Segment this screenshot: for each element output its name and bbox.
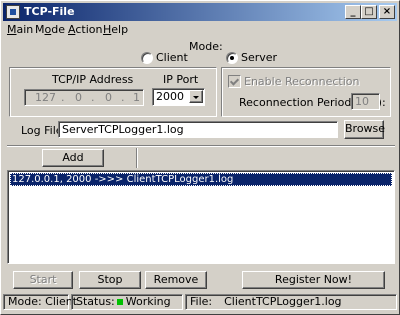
port-select[interactable]: 2000 xyxy=(152,88,205,106)
port-label: IP Port xyxy=(163,73,199,86)
window-title: TCP-File xyxy=(24,5,75,18)
status-state: Status: Working xyxy=(71,294,183,310)
menu-help[interactable]: Help xyxy=(103,23,128,36)
close-button[interactable]: × xyxy=(379,5,395,19)
client-radio[interactable] xyxy=(141,52,153,64)
server-radio-label: Server xyxy=(241,51,278,64)
browse-button[interactable]: Browse xyxy=(344,120,385,139)
stop-button[interactable]: Stop xyxy=(79,271,141,289)
remove-button[interactable]: Remove xyxy=(145,271,207,289)
list-item[interactable]: 127.0.0.1, 2000 ->>> ClientTCPLogger1.lo… xyxy=(10,173,392,186)
maximize-button[interactable]: □ xyxy=(361,5,377,19)
status-file: File: ClientTCPLogger1.log xyxy=(185,294,397,310)
log-file-input[interactable]: ServerTCPLogger1.log xyxy=(58,121,338,138)
enable-reconnection-checkbox[interactable] xyxy=(228,75,241,88)
address-label: TCP/IP Address xyxy=(52,73,134,86)
menu-bar: Main Mode Action Help xyxy=(3,21,397,38)
status-indicator-icon xyxy=(116,298,123,305)
client-radio-label: Client xyxy=(156,51,188,64)
menu-mode[interactable]: Mode xyxy=(35,23,65,36)
connection-list[interactable]: 127.0.0.1, 2000 ->>> ClientTCPLogger1.lo… xyxy=(7,170,395,264)
server-radio-option[interactable]: Server xyxy=(226,51,286,65)
chevron-down-icon xyxy=(193,96,199,99)
divider xyxy=(136,148,138,168)
reconnection-period-field[interactable]: 10 xyxy=(351,93,380,110)
enable-reconnection-label: Enable Reconnection xyxy=(244,75,360,88)
minimize-button[interactable]: _ xyxy=(345,5,361,19)
menu-main[interactable]: Main xyxy=(7,23,33,36)
port-dropdown-arrow[interactable] xyxy=(189,90,203,103)
ip-address-field[interactable]: 127 . 0 . 0 . 1 xyxy=(24,89,144,106)
app-icon xyxy=(6,5,20,19)
register-now-button[interactable]: Register Now! xyxy=(242,271,385,289)
divider xyxy=(7,145,395,147)
server-radio[interactable] xyxy=(226,52,238,64)
client-radio-option[interactable]: Client xyxy=(141,51,201,65)
add-button[interactable]: Add xyxy=(42,149,104,167)
start-button[interactable]: Start xyxy=(13,271,73,289)
app-window: TCP-File _ □ × Main Mode Action Help Mod… xyxy=(0,0,400,315)
menu-action[interactable]: Action xyxy=(68,23,102,36)
status-mode: Mode: Client xyxy=(3,294,77,310)
title-bar[interactable]: TCP-File _ □ × xyxy=(3,3,397,21)
